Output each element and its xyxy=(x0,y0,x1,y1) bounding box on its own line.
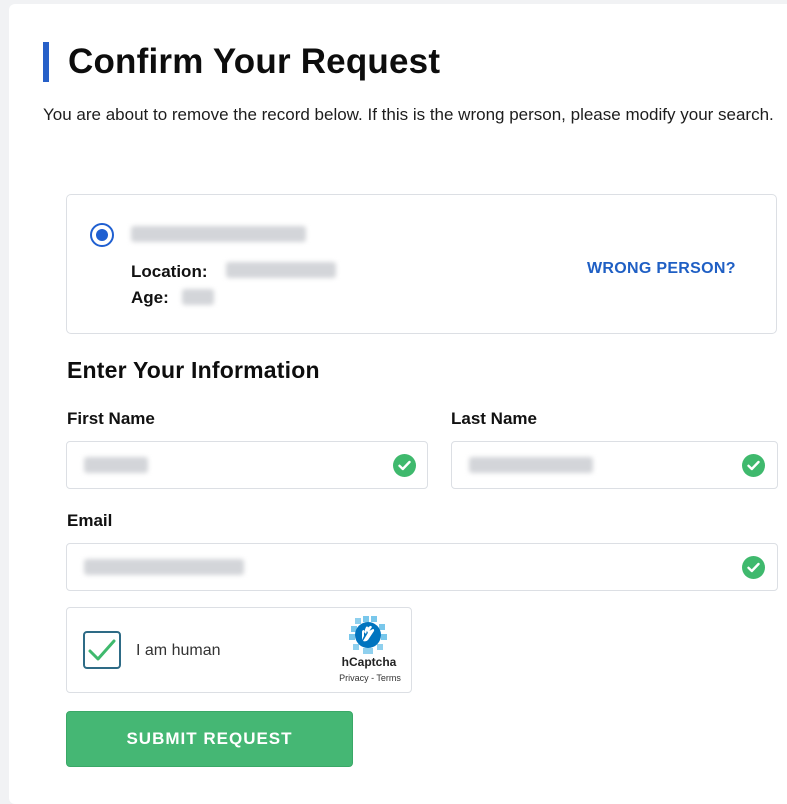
record-name-redacted xyxy=(131,226,306,242)
title-accent-bar xyxy=(43,42,49,82)
check-icon xyxy=(393,454,416,477)
last-name-label: Last Name xyxy=(451,409,537,428)
wrong-person-link[interactable]: WRONG PERSON? xyxy=(587,260,736,278)
check-icon xyxy=(742,556,765,579)
captcha-label: I am human xyxy=(136,642,221,659)
last-name-field[interactable] xyxy=(451,441,778,489)
location-label: Location: xyxy=(131,262,208,281)
checkmark-icon xyxy=(88,639,116,661)
captcha-privacy-terms-links[interactable]: Privacy - Terms xyxy=(336,673,404,683)
last-name-value-redacted xyxy=(469,457,593,473)
email-value-redacted xyxy=(84,559,244,575)
location-value-redacted xyxy=(226,262,336,278)
submit-request-button[interactable]: SUBMIT REQUEST xyxy=(66,711,353,767)
first-name-label: First Name xyxy=(67,409,155,428)
intro-text: You are about to remove the record below… xyxy=(43,105,774,124)
captcha-checkbox[interactable] xyxy=(83,631,121,669)
captcha-brand: hCaptcha xyxy=(341,655,397,669)
check-icon xyxy=(742,454,765,477)
page-title: Confirm Your Request xyxy=(68,42,441,81)
age-label: Age: xyxy=(131,288,169,307)
email-field[interactable] xyxy=(66,543,778,591)
first-name-field[interactable] xyxy=(66,441,428,489)
section-heading: Enter Your Information xyxy=(67,357,320,383)
age-value-redacted xyxy=(182,289,214,305)
email-label: Email xyxy=(67,511,113,530)
first-name-value-redacted xyxy=(84,457,148,473)
record-radio-selected[interactable] xyxy=(90,223,114,247)
hcaptcha-logo-icon xyxy=(349,616,387,654)
